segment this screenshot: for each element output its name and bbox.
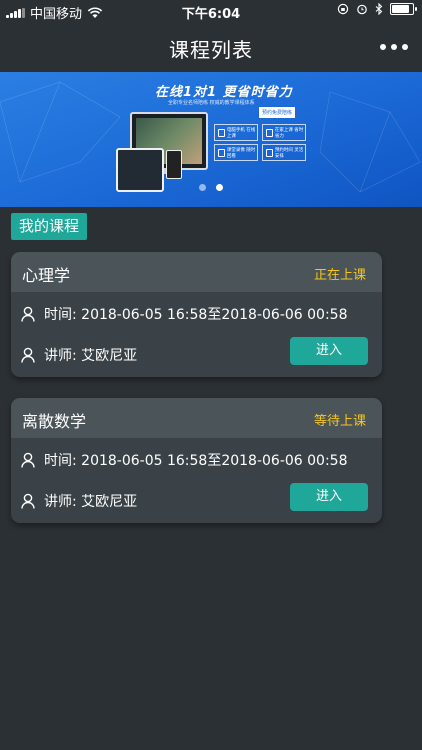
banner-feature: 课堂录像 随时回看 bbox=[214, 144, 258, 161]
course-status: 正在上课 bbox=[313, 268, 366, 283]
banner-feature: 电脑手机 在线上课 bbox=[214, 124, 258, 141]
course-name: 离散数学 bbox=[22, 412, 87, 431]
course-time-row: 时间: 2018-06-05 16:58至2018-06-06 00:58 bbox=[21, 450, 347, 470]
banner-feature: 预约时间 灵活安排 bbox=[262, 144, 306, 161]
person-icon bbox=[21, 306, 35, 322]
bluetooth-icon bbox=[375, 3, 383, 15]
course-teacher: 讲师: 艾欧尼亚 bbox=[44, 494, 138, 510]
more-dots-icon bbox=[380, 44, 386, 50]
enter-button[interactable]: 进入 bbox=[290, 337, 368, 365]
carousel-indicator[interactable] bbox=[0, 184, 422, 191]
carousel-dot[interactable] bbox=[216, 184, 223, 191]
more-button[interactable] bbox=[380, 36, 408, 58]
course-name: 心理学 bbox=[22, 266, 71, 285]
course-card-header: 心理学 正在上课 bbox=[11, 252, 382, 292]
course-teacher-row: 讲师: 艾欧尼亚 bbox=[21, 491, 137, 511]
alarm-icon bbox=[357, 4, 367, 15]
course-teacher: 讲师: 艾欧尼亚 bbox=[44, 348, 138, 364]
nav-bar: 课程列表 bbox=[0, 22, 422, 72]
course-time: 时间: 2018-06-05 16:58至2018-06-06 00:58 bbox=[44, 453, 348, 469]
banner-feature-grid: 电脑手机 在线上课 在家上课 省时省力 课堂录像 随时回看 预约时间 灵活安排 bbox=[214, 124, 306, 161]
course-teacher-row: 讲师: 艾欧尼亚 bbox=[21, 345, 137, 365]
enter-button[interactable]: 进入 bbox=[290, 483, 368, 511]
banner-feature: 在家上课 省时省力 bbox=[262, 124, 306, 141]
carousel-dot[interactable] bbox=[199, 184, 206, 191]
course-status: 等待上课 bbox=[313, 414, 366, 429]
person-icon bbox=[21, 347, 35, 363]
section-my-courses: 我的课程 bbox=[11, 213, 88, 240]
orientation-lock-icon bbox=[337, 3, 349, 15]
page-title: 课程列表 bbox=[169, 38, 253, 62]
course-time-row: 时间: 2018-06-05 16:58至2018-06-06 00:58 bbox=[21, 304, 347, 324]
person-icon bbox=[21, 493, 35, 509]
banner-subline: 全职专业名师陪练 权威的教学课程体系 bbox=[168, 100, 255, 106]
course-card-header: 离散数学 等待上课 bbox=[11, 398, 382, 438]
phone-illustration bbox=[166, 150, 182, 179]
course-card[interactable]: 心理学 正在上课 时间: 2018-06-05 16:58至2018-06-06… bbox=[11, 252, 382, 377]
battery-icon bbox=[390, 3, 417, 15]
status-bar: 中国移动 下午6:04 bbox=[0, 0, 422, 22]
course-time: 时间: 2018-06-05 16:58至2018-06-06 00:58 bbox=[44, 307, 348, 323]
banner-badge: 预约免费陪练 bbox=[258, 106, 297, 119]
course-card[interactable]: 离散数学 等待上课 时间: 2018-06-05 16:58至2018-06-0… bbox=[11, 398, 382, 523]
banner-headline: 在线1对1 更省时省力 bbox=[155, 85, 293, 100]
status-right bbox=[337, 3, 417, 15]
person-icon bbox=[21, 452, 35, 468]
